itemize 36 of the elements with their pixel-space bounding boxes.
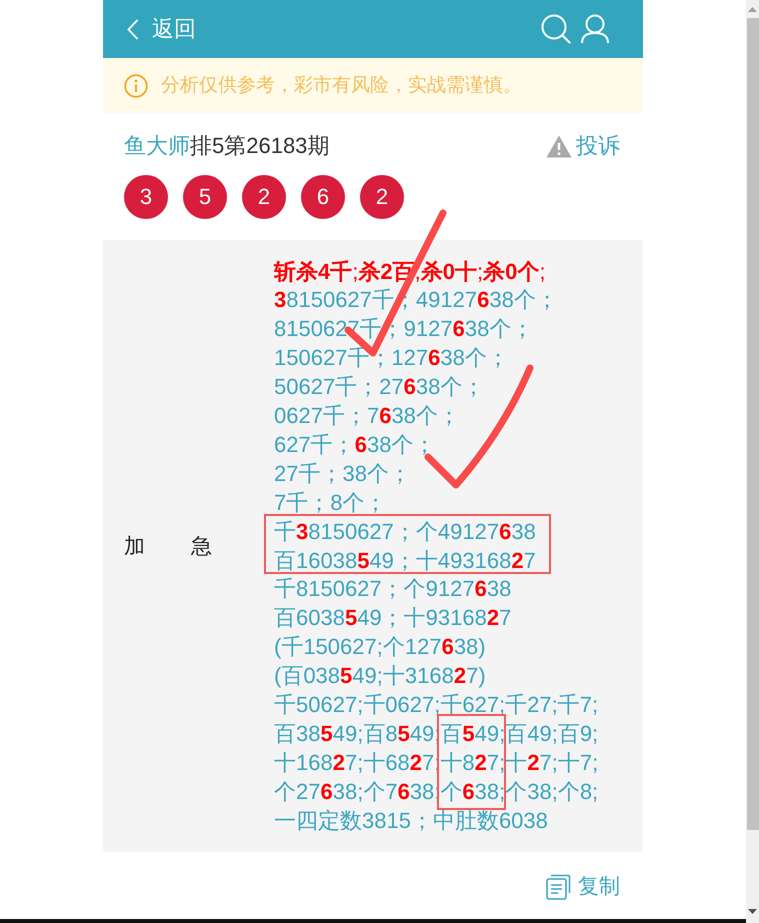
- prediction-line: 27千；38个；: [274, 460, 411, 488]
- scrollbar-thumb[interactable]: [747, 18, 759, 830]
- draw-number: 3: [124, 175, 168, 219]
- prediction-line: 627千；638个；: [274, 430, 436, 459]
- search-icon[interactable]: [541, 14, 571, 44]
- info-icon: [124, 74, 148, 98]
- prediction-line: 百16038549；十49316827: [274, 546, 536, 575]
- draw-number: 2: [360, 175, 404, 219]
- author-link[interactable]: 鱼大师: [124, 133, 190, 158]
- draw-number: 5: [183, 175, 227, 219]
- prediction-line: 千8150627；个9127638: [274, 575, 512, 604]
- prediction-line: 0627千；7638个；: [274, 402, 460, 430]
- category-label: 加急: [124, 534, 212, 560]
- prediction-line: 7千；8个；: [274, 488, 386, 517]
- draw-number: 6: [301, 175, 345, 219]
- scrollbar-track[interactable]: [746, 0, 759, 923]
- prediction-line: 50627千；27638个；: [274, 373, 484, 402]
- document-icon: [546, 874, 571, 900]
- prediction-line: 8150627千；9127638个；: [274, 315, 534, 344]
- prediction-line: 一四定数3815；中肚数6038: [274, 806, 548, 835]
- back-button[interactable]: 返回: [127, 14, 196, 44]
- draw-number: 2: [242, 175, 286, 219]
- report-button[interactable]: 投诉: [546, 131, 620, 161]
- prediction-line: 百6038549；十9316827: [274, 604, 512, 632]
- prediction-line: (千150627;个127638): [274, 633, 486, 662]
- user-icon[interactable]: [580, 14, 610, 44]
- prediction-line: 千38150627；个49127638: [274, 518, 536, 546]
- chevron-left-icon: [127, 18, 139, 40]
- caret-down-icon[interactable]: [748, 909, 757, 914]
- notice-text: 分析仅供参考，彩市有风险，实战需谨慎。: [161, 74, 522, 98]
- prediction-line: 千50627;千0627;千627;千27;千7;: [274, 691, 598, 720]
- issue-title: 排5第26183期: [190, 133, 330, 158]
- warning-icon: [546, 134, 572, 158]
- copy-button[interactable]: 复制: [546, 872, 620, 902]
- prediction-line: (百038549;十316827): [274, 662, 486, 690]
- caret-up-icon[interactable]: [748, 7, 757, 12]
